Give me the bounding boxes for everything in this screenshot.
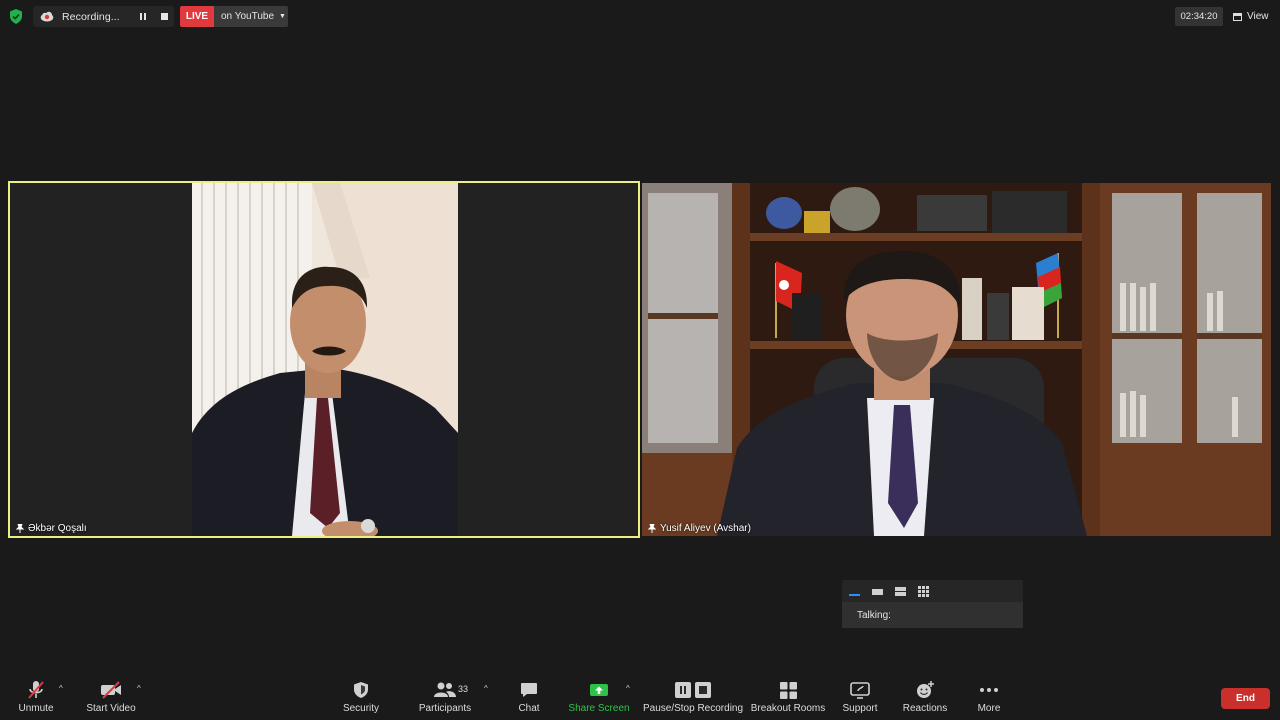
more-label: More [977,703,1001,714]
support-label: Support [842,703,878,714]
pause-stop-recording-label: Pause/Stop Recording [642,703,744,714]
participants-options-chevron-up-icon[interactable]: ^ [484,684,488,693]
participant-name: Əkbər Qoşalı [28,523,87,534]
participant-video-feed [10,183,638,536]
more-button[interactable]: More [973,680,1005,718]
support-button[interactable]: Support [841,680,879,718]
talking-indicator-panel: Talking: [842,580,1023,628]
participants-icon [434,680,456,700]
pause-recording-button[interactable] [137,11,149,22]
live-badge: LIVE [180,6,214,27]
end-meeting-button[interactable]: End [1221,688,1270,709]
stop-recording-button[interactable] [158,11,170,22]
share-screen-icon [589,680,609,700]
gallery-view-icon[interactable] [917,585,930,597]
breakout-rooms-button[interactable]: Breakout Rooms [750,680,826,718]
panel-mode-switcher [842,580,1023,602]
more-ellipsis-icon [979,680,999,700]
security-button[interactable]: Security [340,680,382,718]
chat-label: Chat [518,703,540,714]
participant-video-feed [642,183,1271,536]
reactions-button[interactable]: Reactions [903,680,947,718]
video-options-chevron-up-icon[interactable]: ^ [137,684,141,693]
share-options-chevron-up-icon[interactable]: ^ [626,684,630,693]
participant-name-tag: Əkbər Qoşalı [16,523,87,534]
view-button[interactable]: View [1233,7,1269,26]
unmute-button[interactable]: Unmute [14,680,58,718]
start-video-label: Start Video [86,703,136,714]
share-screen-button[interactable]: Share Screen [568,680,630,718]
start-video-button[interactable]: Start Video [84,680,138,718]
thumbnail-view-icon[interactable] [871,585,884,597]
pin-icon [648,524,656,533]
participant-name-tag: Yusif Aliyev (Avshar) [648,523,751,534]
security-label: Security [342,703,380,714]
live-destination-label: on YouTube [221,11,275,22]
view-layout-icon [1233,12,1242,21]
participants-label: Participants [418,703,472,714]
video-tile[interactable]: Yusif Aliyev (Avshar) [642,183,1271,536]
participant-name: Yusif Aliyev (Avshar) [660,523,751,534]
view-label: View [1247,11,1269,22]
breakout-rooms-label: Breakout Rooms [750,703,826,714]
share-screen-label: Share Screen [568,703,630,714]
chat-button[interactable]: Chat [514,680,544,718]
video-off-icon [100,680,122,700]
minimize-icon[interactable] [848,585,861,597]
reactions-label: Reactions [902,703,948,714]
speaker-view-icon[interactable] [894,585,907,597]
chevron-down-icon: ▼ [279,13,286,20]
encryption-shield-icon[interactable] [9,9,23,24]
reactions-smiley-icon [916,680,934,700]
muted-microphone-icon [27,680,45,700]
unmute-label: Unmute [18,703,54,714]
meeting-timer: 02:34:20 [1175,7,1223,26]
security-shield-icon [353,680,369,700]
support-screen-icon [850,680,870,700]
participants-count: 33 [458,684,469,694]
breakout-rooms-icon [779,680,797,700]
pause-stop-recording-button[interactable]: Pause/Stop Recording [642,680,744,718]
audio-options-chevron-up-icon[interactable]: ^ [59,684,63,693]
pause-stop-icon [674,680,712,700]
live-stream-destination-dropdown[interactable]: on YouTube ▼ [214,6,288,27]
recording-status-text: Recording... [62,10,120,23]
chat-bubble-icon [520,680,538,700]
video-tile-active-speaker[interactable]: Əkbər Qoşalı [8,181,640,538]
pin-icon [16,524,24,533]
talking-label: Talking: [842,602,1023,628]
cloud-recording-icon [40,11,54,22]
recording-indicator: Recording... [33,6,174,27]
